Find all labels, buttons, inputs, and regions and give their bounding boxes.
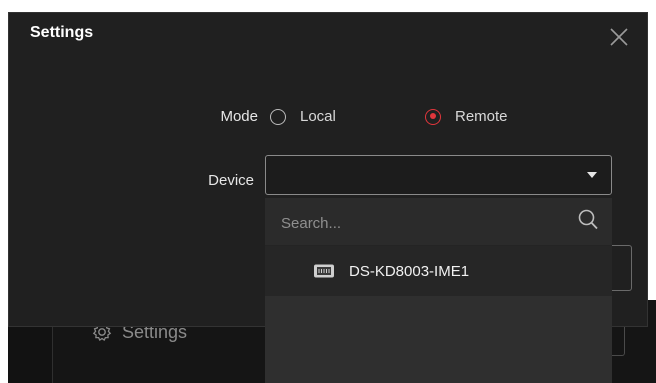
dropdown-item-device[interactable]: DS-KD8003-IME1: [265, 246, 612, 296]
device-icon: [314, 264, 334, 278]
dropdown-item-label: DS-KD8003-IME1: [349, 262, 470, 280]
mode-local-label: Local: [300, 108, 336, 125]
search-icon[interactable]: [577, 208, 599, 232]
radio-checked-icon: [425, 108, 441, 125]
mode-label: Mode: [220, 108, 258, 125]
device-label: Device: [208, 172, 254, 189]
mode-remote-radio[interactable]: Remote: [425, 108, 508, 125]
close-icon: [610, 28, 628, 46]
dropdown-search-bar: [265, 198, 612, 246]
device-select[interactable]: [265, 155, 612, 195]
device-dropdown: DS-KD8003-IME1: [265, 198, 612, 383]
mode-remote-label: Remote: [455, 108, 508, 125]
dialog-title: Settings: [30, 24, 94, 41]
device-search-input[interactable]: [279, 210, 563, 236]
mode-local-radio[interactable]: Local: [270, 108, 336, 125]
caret-down-icon: [587, 172, 597, 178]
close-button[interactable]: [608, 26, 630, 48]
radio-unchecked-icon: [270, 108, 286, 125]
